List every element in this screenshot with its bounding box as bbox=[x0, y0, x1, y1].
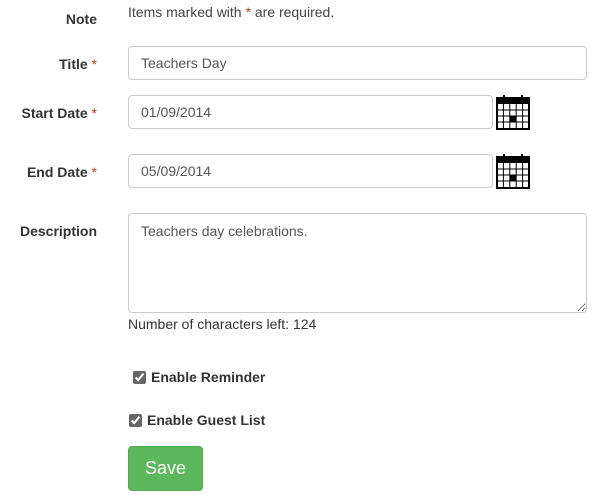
required-marker: * bbox=[91, 105, 97, 121]
enable-reminder-label: Enable Reminder bbox=[151, 369, 266, 385]
description-label: Description bbox=[19, 223, 97, 239]
enable-guest-list-label: Enable Guest List bbox=[147, 412, 266, 428]
required-marker: * bbox=[91, 164, 97, 180]
title-input[interactable] bbox=[128, 46, 587, 80]
start-date-input[interactable] bbox=[128, 95, 493, 129]
title-label: Title * bbox=[59, 56, 97, 72]
start-date-label: Start Date * bbox=[21, 105, 97, 121]
required-marker: * bbox=[91, 56, 97, 72]
character-counter: Number of characters left: 124 bbox=[128, 316, 317, 332]
enable-reminder-option[interactable]: Enable Reminder bbox=[133, 369, 265, 385]
end-date-input[interactable] bbox=[128, 154, 493, 188]
enable-guest-list-checkbox[interactable] bbox=[129, 413, 142, 427]
description-textarea[interactable]: Teachers day celebrations. bbox=[128, 213, 587, 313]
note-label: Note bbox=[65, 11, 97, 27]
end-date-label: End Date * bbox=[26, 164, 97, 180]
calendar-icon[interactable] bbox=[496, 153, 530, 189]
calendar-icon[interactable] bbox=[496, 94, 530, 130]
required-note: Items marked with * are required. bbox=[128, 4, 335, 20]
enable-reminder-checkbox[interactable] bbox=[133, 370, 146, 384]
save-button[interactable]: Save bbox=[128, 446, 203, 491]
enable-guest-list-option[interactable]: Enable Guest List bbox=[129, 412, 265, 428]
